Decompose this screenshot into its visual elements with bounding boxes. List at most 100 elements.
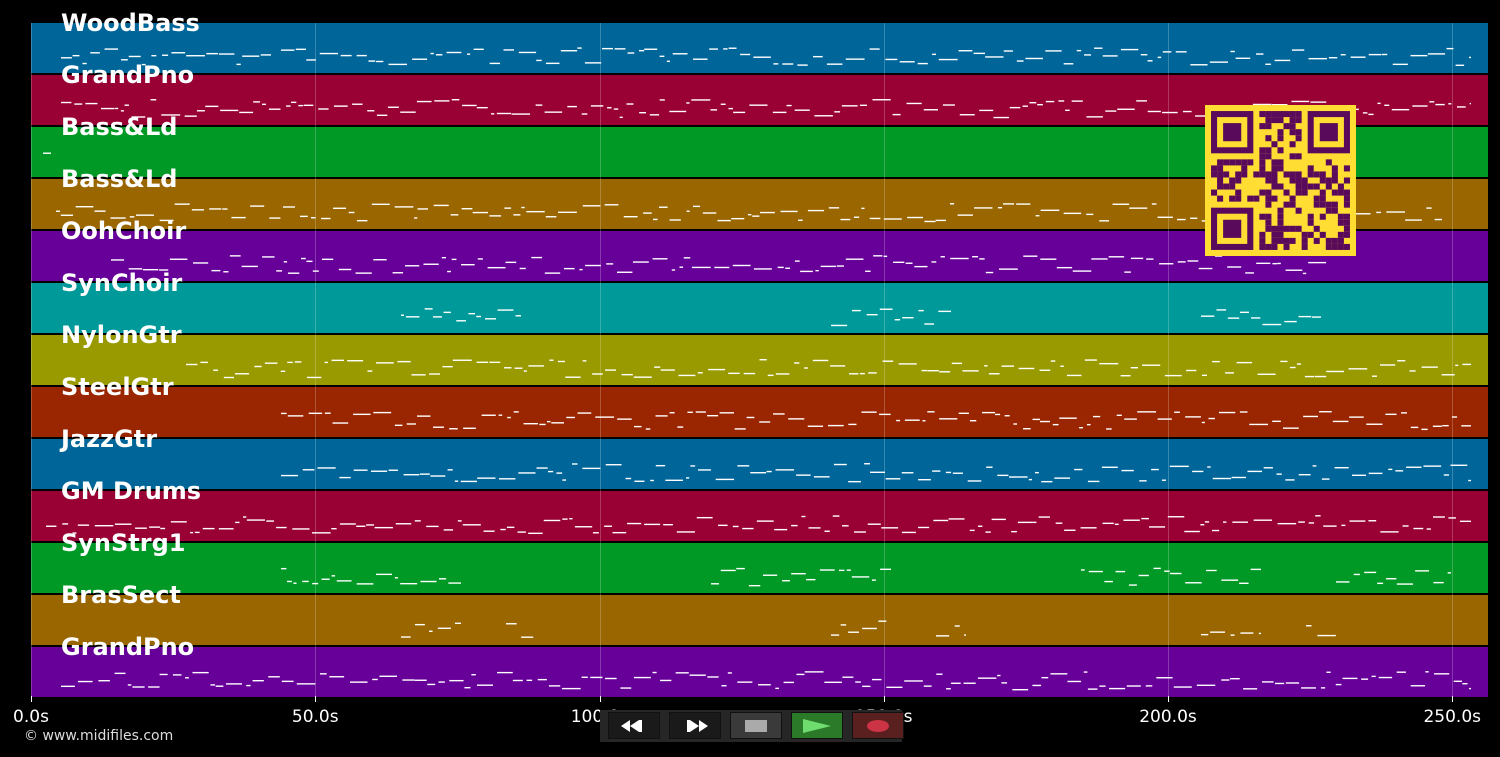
note-mark (1064, 529, 1076, 531)
rewind-button[interactable] (608, 712, 660, 739)
note-mark (77, 524, 90, 526)
note-mark (1291, 100, 1310, 103)
note-mark (813, 55, 823, 58)
note-mark (1041, 676, 1049, 679)
note-mark (879, 413, 891, 416)
note-mark (1173, 686, 1192, 688)
note-mark (762, 574, 778, 576)
note-mark (1083, 671, 1088, 673)
note-mark (406, 423, 416, 425)
note-mark (595, 416, 615, 418)
note-mark (462, 524, 481, 526)
note-mark (917, 62, 928, 65)
note-mark (1298, 315, 1312, 318)
play-button[interactable] (791, 712, 843, 739)
note-mark (1067, 680, 1082, 683)
note-mark (742, 527, 754, 530)
note-mark (394, 206, 414, 208)
note-mark (295, 48, 306, 51)
note-mark (1353, 573, 1360, 576)
track-label: BrasSect (61, 581, 181, 609)
note-mark (449, 679, 464, 682)
note-mark (1427, 53, 1446, 55)
note-mark (1136, 100, 1147, 102)
note-mark (958, 50, 973, 52)
note-mark (914, 265, 928, 268)
note-mark (1312, 465, 1317, 467)
note-mark (775, 687, 779, 690)
note-mark (1371, 375, 1377, 377)
note-mark (1018, 367, 1035, 370)
note-mark (268, 108, 281, 110)
note-mark (507, 416, 511, 419)
note-mark (893, 261, 905, 264)
note-mark (432, 316, 442, 318)
note-mark (952, 472, 963, 474)
note-mark (767, 374, 774, 377)
note-mark (1050, 360, 1056, 362)
note-mark (633, 376, 652, 378)
note-mark (1192, 470, 1204, 473)
note-mark (660, 679, 672, 682)
record-button[interactable] (852, 712, 904, 739)
note-mark (371, 203, 390, 206)
note-mark (607, 107, 612, 109)
note-mark (1285, 682, 1300, 684)
note-mark (1147, 110, 1161, 113)
note-mark (1063, 63, 1074, 65)
note-mark (296, 683, 316, 685)
note-mark (1177, 218, 1186, 221)
note-mark (1392, 63, 1408, 66)
note-mark (286, 580, 292, 583)
note-mark (898, 363, 917, 365)
note-mark (918, 478, 931, 481)
note-mark (737, 465, 750, 467)
note-mark (443, 311, 451, 314)
note-mark (246, 519, 265, 521)
note-mark (689, 674, 706, 676)
note-mark (544, 111, 563, 113)
note-mark (503, 49, 515, 51)
note-mark (1235, 57, 1251, 59)
note-mark (1086, 423, 1091, 426)
note-mark (517, 531, 526, 533)
note-mark (539, 423, 546, 426)
note-mark (669, 110, 687, 113)
note-mark (1099, 685, 1106, 687)
note-mark (714, 266, 730, 269)
note-mark (938, 310, 951, 313)
note-mark (1289, 366, 1296, 369)
note-mark (1204, 521, 1210, 523)
note-mark (1063, 212, 1082, 215)
note-mark (1391, 108, 1410, 111)
note-mark (282, 206, 296, 208)
note-mark (979, 258, 985, 260)
note-mark (737, 681, 753, 683)
note-mark (658, 206, 668, 208)
note-mark (1277, 522, 1297, 525)
note-mark (1157, 418, 1172, 420)
track-label: SynStrg1 (61, 529, 186, 557)
note-mark (1084, 54, 1092, 56)
note-mark (1080, 527, 1097, 529)
note-mark (546, 420, 551, 423)
axis-tick-label: 200.0s (1139, 707, 1197, 727)
fast-forward-button[interactable] (669, 712, 721, 739)
note-mark (567, 105, 577, 108)
note-mark (293, 582, 297, 584)
note-mark (579, 268, 583, 271)
note-mark (1423, 465, 1442, 467)
note-mark (523, 370, 527, 372)
note-mark (655, 415, 668, 417)
note-mark (717, 219, 731, 222)
note-mark (1034, 471, 1039, 474)
stop-button[interactable] (730, 712, 782, 739)
note-mark (1157, 56, 1162, 59)
note-mark (623, 216, 638, 218)
note-mark (319, 52, 339, 55)
note-mark (287, 361, 293, 364)
note-mark (634, 425, 642, 428)
note-mark (1323, 525, 1337, 527)
note-mark (1409, 370, 1416, 372)
note-mark (441, 256, 446, 259)
